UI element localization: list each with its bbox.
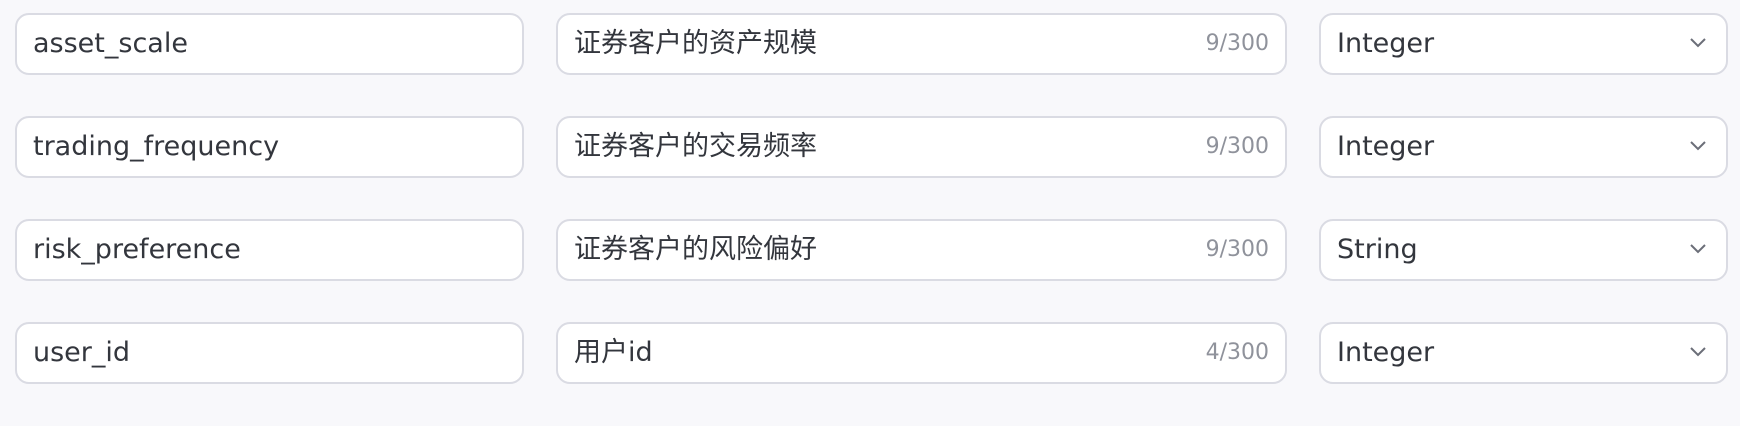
field-row: user_id 用户id 4/300 Integer	[0, 322, 1740, 386]
field-row: trading_frequency 证券客户的交易频率 9/300 Intege…	[0, 116, 1740, 180]
field-name-input[interactable]: asset_scale	[15, 13, 524, 75]
field-type-select[interactable]: Integer	[1319, 116, 1728, 178]
chevron-down-icon	[1690, 38, 1706, 48]
field-name-input[interactable]: user_id	[15, 322, 524, 384]
field-row: asset_scale 证券客户的资产规模 9/300 Integer	[0, 13, 1740, 77]
field-name-value: risk_preference	[33, 234, 241, 265]
field-list: asset_scale 证券客户的资产规模 9/300 Integer trad…	[0, 0, 1740, 426]
field-description-value: 用户id	[574, 337, 653, 368]
character-count: 4/300	[1205, 340, 1269, 365]
field-description-input[interactable]: 证券客户的资产规模 9/300	[556, 13, 1287, 75]
character-count: 9/300	[1205, 31, 1269, 56]
field-description-input[interactable]: 用户id 4/300	[556, 322, 1287, 384]
field-type-value: Integer	[1337, 131, 1435, 162]
field-type-value: String	[1337, 234, 1418, 265]
field-name-value: asset_scale	[33, 28, 188, 59]
field-name-input[interactable]: risk_preference	[15, 219, 524, 281]
field-type-value: Integer	[1337, 337, 1435, 368]
field-type-value: Integer	[1337, 28, 1435, 59]
chevron-down-icon	[1690, 244, 1706, 254]
character-count: 9/300	[1205, 134, 1269, 159]
field-type-select[interactable]: Integer	[1319, 322, 1728, 384]
field-name-value: user_id	[33, 337, 131, 368]
chevron-down-icon	[1690, 141, 1706, 151]
field-description-value: 证券客户的交易频率	[574, 131, 817, 162]
field-description-value: 证券客户的资产规模	[574, 28, 817, 59]
field-name-input[interactable]: trading_frequency	[15, 116, 524, 178]
field-type-select[interactable]: Integer	[1319, 13, 1728, 75]
field-description-value: 证券客户的风险偏好	[574, 234, 817, 265]
field-name-value: trading_frequency	[33, 131, 280, 162]
field-row: risk_preference 证券客户的风险偏好 9/300 String	[0, 219, 1740, 283]
field-type-select[interactable]: String	[1319, 219, 1728, 281]
chevron-down-icon	[1690, 347, 1706, 357]
field-description-input[interactable]: 证券客户的交易频率 9/300	[556, 116, 1287, 178]
field-description-input[interactable]: 证券客户的风险偏好 9/300	[556, 219, 1287, 281]
character-count: 9/300	[1205, 237, 1269, 262]
